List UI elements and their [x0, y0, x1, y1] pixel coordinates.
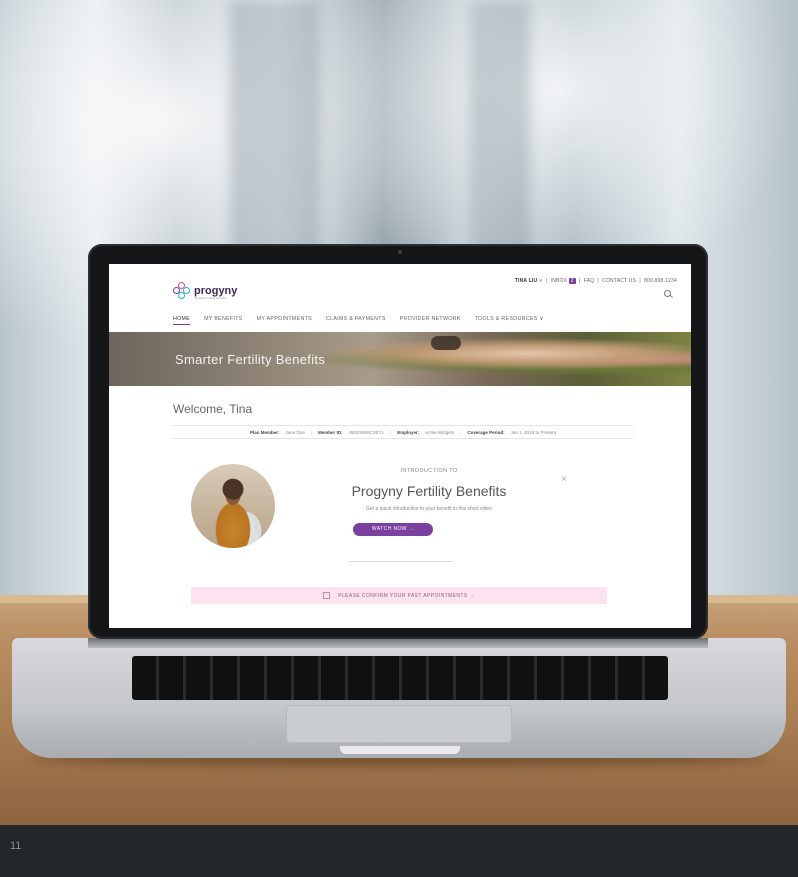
- nav-provider-network[interactable]: PROVIDER NETWORK: [400, 316, 461, 325]
- utility-bar: TINA LIU ∨ | INBOX 2 | FAQ | CONTACT US …: [514, 278, 677, 284]
- brand-logo[interactable]: progyny Smarter fertility benefits: [173, 282, 237, 300]
- separator: |: [310, 429, 312, 435]
- hero-photo-detail: [431, 336, 461, 350]
- user-menu[interactable]: TINA LIU: [515, 278, 538, 284]
- plan-member-value: Jane Doe: [285, 429, 305, 435]
- trackpad: [286, 705, 512, 743]
- footer-bar: [0, 825, 798, 877]
- employer-label: Employer:: [397, 429, 420, 435]
- separator: |: [390, 429, 392, 435]
- keyboard: [132, 656, 668, 700]
- chevron-down-icon: ∨: [539, 316, 544, 322]
- employer-value: Acme Widgets: [425, 429, 455, 435]
- confirm-appointments-banner[interactable]: PLEASE CONFIRM YOUR PAST APPOINTMENTS →: [191, 587, 607, 604]
- hero-title: Smarter Fertility Benefits: [175, 352, 326, 367]
- page-number: 11: [10, 840, 22, 852]
- nav-home[interactable]: HOME: [173, 316, 191, 325]
- inbox-link[interactable]: INBOX: [551, 278, 568, 284]
- brand-tagline: Smarter fertility benefits: [195, 296, 227, 300]
- search-icon[interactable]: [664, 290, 671, 297]
- phone-number: 800.898.1234: [644, 278, 677, 284]
- intro-video-thumbnail[interactable]: [191, 464, 275, 548]
- intro-title: Progyny Fertility Benefits: [351, 483, 507, 499]
- separator: |: [460, 429, 462, 435]
- faq-link[interactable]: FAQ: [584, 278, 595, 284]
- calendar-icon: [323, 592, 331, 599]
- laptop-hinge: [88, 638, 708, 648]
- plan-member-label: Plan Member:: [250, 429, 280, 435]
- divider: [349, 561, 453, 562]
- chevron-down-icon[interactable]: ∨: [539, 278, 543, 284]
- scene: 11 TINA LIU ∨ | INBOX 2 | FAQ | CONTACT …: [0, 0, 798, 877]
- coverage-label: Coverage Period:: [467, 429, 505, 435]
- nav-my-benefits[interactable]: MY BENEFITS: [204, 316, 243, 325]
- nav-tools-resources-label: TOOLS & RESOURCES: [474, 316, 538, 322]
- inbox-count-badge: 2: [568, 278, 576, 284]
- intro-description: Get a quick introduction to your benefit…: [366, 506, 492, 512]
- contact-link[interactable]: CONTACT US: [602, 278, 636, 284]
- nav-tools-resources[interactable]: TOOLS & RESOURCES ∨: [475, 316, 544, 325]
- member-id-label: Member ID:: [317, 429, 343, 435]
- laptop-notch: [340, 746, 460, 754]
- logo-icon: [173, 282, 191, 300]
- watch-now-button[interactable]: WATCH NOW →: [353, 523, 433, 536]
- member-id-value: 4502000MC3EY1: [348, 429, 385, 435]
- close-icon[interactable]: ×: [561, 475, 571, 485]
- intro-label: INTRODUCTION TO: [400, 468, 458, 474]
- confirm-appointments-label: PLEASE CONFIRM YOUR PAST APPOINTMENTS →: [338, 592, 475, 599]
- welcome-heading: Welcome, Tina: [173, 402, 253, 416]
- nav-claims-payments[interactable]: CLAIMS & PAYMENTS: [326, 316, 386, 325]
- main-nav: HOME MY BENEFITS MY APPOINTMENTS CLAIMS …: [173, 316, 544, 325]
- coverage-value: Jan 1, 2018 to Present: [510, 429, 556, 435]
- nav-my-appointments[interactable]: MY APPOINTMENTS: [257, 316, 312, 325]
- member-info-bar: Plan Member: Jane Doe | Member ID: 45020…: [173, 425, 633, 439]
- camera-icon: [398, 250, 402, 254]
- laptop-screen: TINA LIU ∨ | INBOX 2 | FAQ | CONTACT US …: [109, 264, 691, 628]
